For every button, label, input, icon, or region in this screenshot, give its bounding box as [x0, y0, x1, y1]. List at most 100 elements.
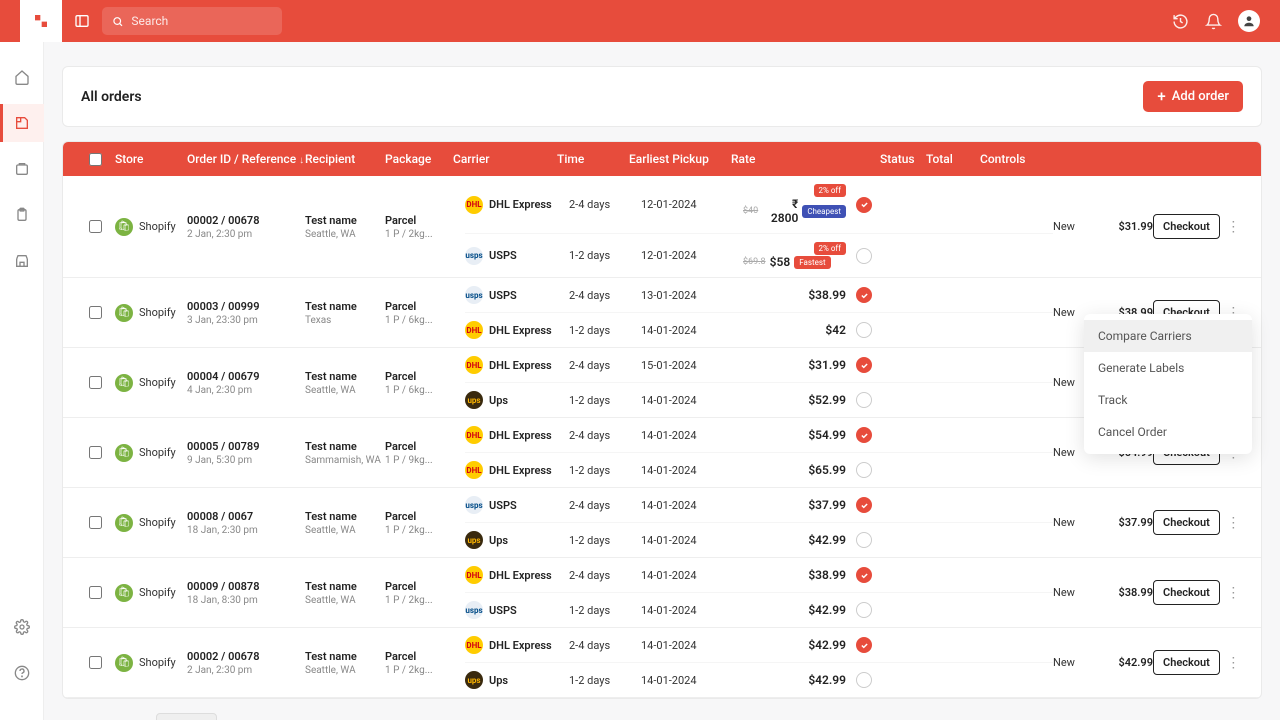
row-checkbox[interactable] [89, 586, 102, 599]
add-order-button[interactable]: + Add order [1143, 81, 1243, 112]
package-type: Parcel [385, 650, 453, 663]
sidebar-toggle-icon[interactable] [74, 13, 90, 29]
row-checkbox[interactable] [89, 516, 102, 529]
nav-products[interactable] [0, 150, 44, 188]
page-number[interactable]: 1 [1132, 716, 1151, 720]
nav-store[interactable] [0, 242, 44, 280]
row-checkbox[interactable] [89, 220, 102, 233]
carrier-radio[interactable] [856, 248, 872, 264]
carrier-row[interactable]: upsUps 1-2 days 14-01-2024 $52.99 [465, 383, 1053, 417]
package-detail: 1 P / 2kg... [385, 229, 453, 240]
checkout-button[interactable]: Checkout [1153, 510, 1220, 535]
carrier-row[interactable]: DHLDHL Express 2-4 days 15-01-2024 $31.9… [465, 348, 1053, 383]
bell-icon[interactable] [1205, 13, 1222, 30]
col-pickup[interactable]: Earliest Pickup [629, 152, 731, 166]
nav-home[interactable] [0, 58, 44, 96]
carrier-radio[interactable] [856, 672, 872, 688]
carrier-radio[interactable] [856, 427, 872, 443]
pickup-date: 12-01-2024 [641, 198, 743, 211]
carrier-row[interactable]: DHLDHL Express 2-4 days 14-01-2024 $38.9… [465, 558, 1053, 593]
carrier-row[interactable]: DHLDHL Express 2-4 days 14-01-2024 $54.9… [465, 418, 1053, 453]
order-status: New [1053, 516, 1099, 529]
carrier-logo: ups [465, 671, 483, 689]
more-actions-icon[interactable]: ⋮ [1226, 219, 1241, 235]
more-actions-icon[interactable]: ⋮ [1226, 515, 1241, 531]
carrier-row[interactable]: upsUps 1-2 days 14-01-2024 $42.99 [465, 523, 1053, 557]
carrier-row[interactable]: DHLDHL Express 2-4 days 12-01-2024 2% of… [465, 176, 1053, 234]
delivery-time: 2-4 days [569, 429, 641, 442]
carrier-radio[interactable] [856, 322, 872, 338]
page-number[interactable]: z [1169, 716, 1187, 720]
col-status[interactable]: Status [880, 152, 926, 166]
dropdown-item[interactable]: Track [1084, 384, 1252, 416]
page-next[interactable]: › [1242, 716, 1258, 720]
order-total: $38.99 [1099, 586, 1153, 599]
col-rate[interactable]: Rate [731, 152, 844, 166]
more-actions-icon[interactable]: ⋮ [1226, 585, 1241, 601]
col-order[interactable]: Order ID / Reference↓ [187, 152, 305, 166]
dropdown-item[interactable]: Generate Labels [1084, 352, 1252, 384]
store-icon: 🛍 [115, 374, 133, 392]
search-box[interactable] [102, 7, 282, 35]
per-page-select[interactable]: 10 [156, 713, 217, 720]
pickup-date: 15-01-2024 [641, 359, 743, 372]
more-actions-icon[interactable]: ⋮ [1226, 655, 1241, 671]
nav-orders[interactable] [0, 104, 44, 142]
plus-icon: + [1157, 89, 1165, 104]
pickup-date: 14-01-2024 [641, 324, 743, 337]
carrier-row[interactable]: uspsUSPS 2-4 days 13-01-2024 $38.99 [465, 278, 1053, 313]
carrier-radio[interactable] [856, 637, 872, 653]
carrier-row[interactable]: uspsUSPS 1-2 days 14-01-2024 $42.99 [465, 593, 1053, 627]
col-store[interactable]: Store [115, 152, 187, 166]
recipient-name: Test name [305, 650, 385, 663]
col-total[interactable]: Total [926, 152, 980, 166]
col-time[interactable]: Time [557, 152, 629, 166]
nav-settings[interactable] [0, 608, 44, 646]
table-row: 🛍Shopify 00002 / 006782 Jan, 2:30 pm Tes… [63, 628, 1261, 698]
col-controls[interactable]: Controls [980, 152, 1076, 166]
history-icon[interactable] [1172, 13, 1189, 30]
row-checkbox[interactable] [89, 656, 102, 669]
carrier-radio[interactable] [856, 602, 872, 618]
dropdown-item[interactable]: Cancel Order [1084, 416, 1252, 448]
row-checkbox[interactable] [89, 376, 102, 389]
page-number[interactable]: 2 [1151, 716, 1170, 720]
main-content: All orders + Add order Store Order ID / … [44, 42, 1280, 720]
carrier-row[interactable]: DHLDHL Express 1-2 days 14-01-2024 $65.9… [465, 453, 1053, 487]
carrier-radio[interactable] [856, 357, 872, 373]
order-id: 00002 / 00678 [187, 214, 305, 227]
carrier-row[interactable]: uspsUSPS 2-4 days 14-01-2024 $37.99 [465, 488, 1053, 523]
pickup-date: 14-01-2024 [641, 534, 743, 547]
delivery-time: 2-4 days [569, 569, 641, 582]
recipient-location: Seattle, WA [305, 665, 385, 676]
page-prev[interactable]: ‹ [1108, 716, 1124, 720]
col-recipient[interactable]: Recipient [305, 152, 385, 166]
carrier-radio[interactable] [856, 197, 872, 213]
carrier-row[interactable]: DHLDHL Express 2-4 days 14-01-2024 $42.9… [465, 628, 1053, 663]
page-number[interactable]: ... [1187, 716, 1209, 720]
carrier-radio[interactable] [856, 287, 872, 303]
carrier-row[interactable]: uspsUSPS 1-2 days 12-01-2024 2% off$69.8… [465, 234, 1053, 277]
checkout-button[interactable]: Checkout [1153, 580, 1220, 605]
row-checkbox[interactable] [89, 446, 102, 459]
carrier-radio[interactable] [856, 462, 872, 478]
user-avatar[interactable] [1238, 10, 1260, 32]
recipient-location: Seattle, WA [305, 525, 385, 536]
carrier-radio[interactable] [856, 392, 872, 408]
carrier-radio[interactable] [856, 532, 872, 548]
col-carrier[interactable]: Carrier [453, 152, 557, 166]
carrier-row[interactable]: upsUps 1-2 days 14-01-2024 $42.99 [465, 663, 1053, 697]
carrier-radio[interactable] [856, 497, 872, 513]
select-all-checkbox[interactable] [89, 153, 102, 166]
carrier-radio[interactable] [856, 567, 872, 583]
nav-clipboard[interactable] [0, 196, 44, 234]
page-number[interactable]: 25 [1209, 716, 1235, 720]
dropdown-item[interactable]: Compare Carriers [1084, 320, 1252, 352]
row-checkbox[interactable] [89, 306, 102, 319]
checkout-button[interactable]: Checkout [1153, 214, 1220, 239]
nav-help[interactable] [0, 654, 44, 692]
carrier-row[interactable]: DHLDHL Express 1-2 days 14-01-2024 $42 [465, 313, 1053, 347]
checkout-button[interactable]: Checkout [1153, 650, 1220, 675]
search-input[interactable] [131, 14, 272, 28]
col-package[interactable]: Package [385, 152, 453, 166]
